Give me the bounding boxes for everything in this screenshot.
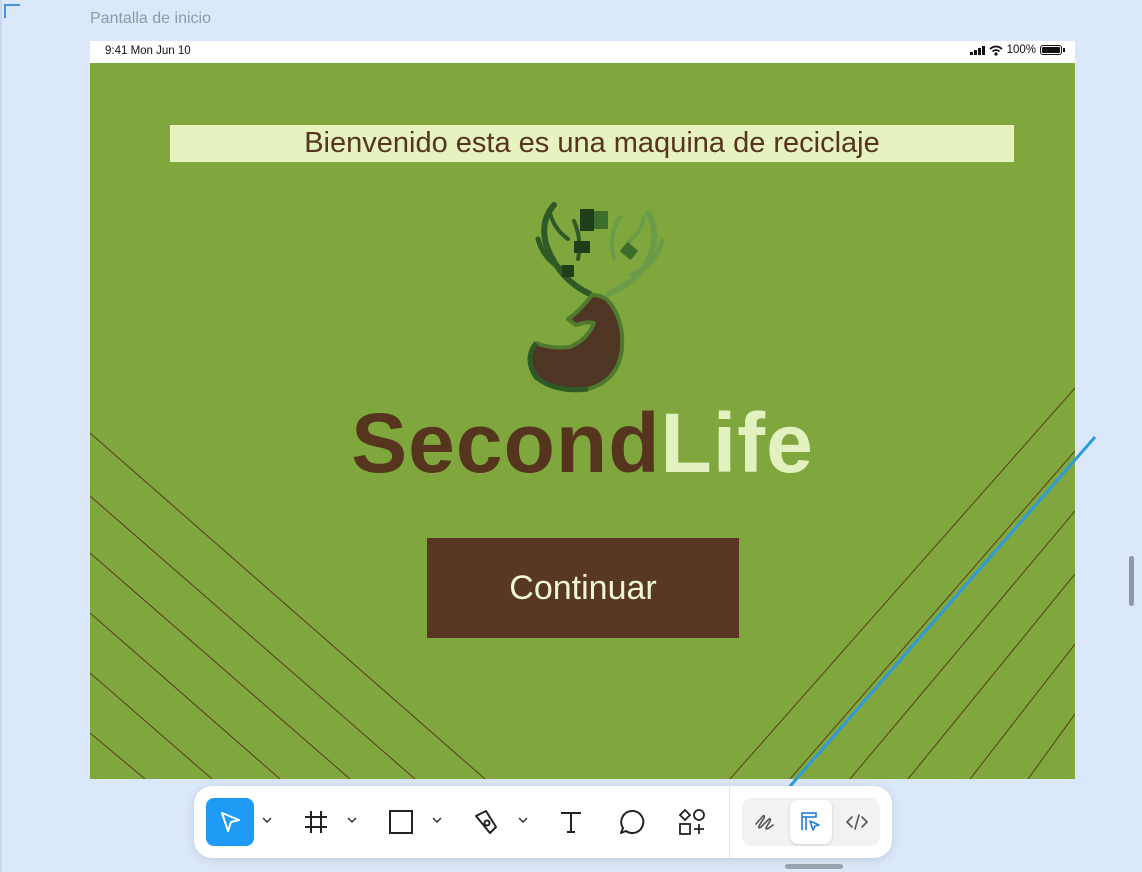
battery-icon <box>1040 45 1062 55</box>
status-indicators: 100% <box>969 44 1065 56</box>
shapes-plus-icon <box>678 808 705 835</box>
frame-tool-button[interactable] <box>292 798 340 846</box>
chevron-down-icon[interactable] <box>431 814 443 826</box>
move-tool-button[interactable] <box>206 798 254 846</box>
cursor-arrow-icon <box>221 812 240 832</box>
bottom-toolbar <box>194 786 892 858</box>
dev-mode-button[interactable] <box>836 800 878 844</box>
chevron-down-icon[interactable] <box>346 814 358 826</box>
wifi-icon <box>989 45 1003 56</box>
text-tool-button[interactable] <box>547 798 595 846</box>
code-brackets-icon <box>845 814 869 830</box>
mode-switcher <box>742 798 880 846</box>
brand-part-second: Second <box>351 396 661 490</box>
chevron-down-icon[interactable] <box>517 814 529 826</box>
text-t-icon <box>561 812 581 833</box>
comment-bubble-icon <box>620 809 645 834</box>
status-time: 9:41 Mon Jun 10 <box>105 45 191 57</box>
design-mode-button[interactable] <box>790 800 832 844</box>
frame-corner-marker <box>4 4 20 18</box>
toolbar-separator <box>729 786 730 858</box>
battery-percent: 100% <box>1006 44 1036 56</box>
draw-mode-button[interactable] <box>744 800 786 844</box>
welcome-banner: Bienvenido esta es una maquina de recicl… <box>170 125 1014 162</box>
vertical-scrollbar[interactable] <box>1129 556 1134 606</box>
resources-tool-button[interactable] <box>668 798 716 846</box>
frame-label[interactable]: Pantalla de inicio <box>90 10 211 28</box>
rectangle-icon <box>389 810 413 834</box>
hash-frame-icon <box>305 811 327 833</box>
comment-tool-button[interactable] <box>608 798 656 846</box>
shape-tool-button[interactable] <box>377 798 425 846</box>
deer-recycle-logo <box>527 202 665 393</box>
scribble-icon <box>755 814 774 830</box>
continue-button[interactable]: Continuar <box>427 538 739 638</box>
brand-part-life: Life <box>660 396 814 490</box>
pen-nib-icon <box>475 810 497 834</box>
ipad-frame[interactable]: 9:41 Mon Jun 10 100% Bienvenido esta es … <box>90 41 1075 779</box>
brand-wordmark: SecondLife <box>90 393 1075 493</box>
chevron-down-icon[interactable] <box>261 814 273 826</box>
cellular-signal-icon <box>969 45 985 55</box>
home-indicator <box>785 864 843 869</box>
status-bar: 9:41 Mon Jun 10 100% <box>90 41 1075 63</box>
design-cursor-icon <box>801 812 820 831</box>
pen-tool-button[interactable] <box>462 798 510 846</box>
battery-tip <box>1063 48 1065 52</box>
canvas-edge <box>0 0 2 872</box>
